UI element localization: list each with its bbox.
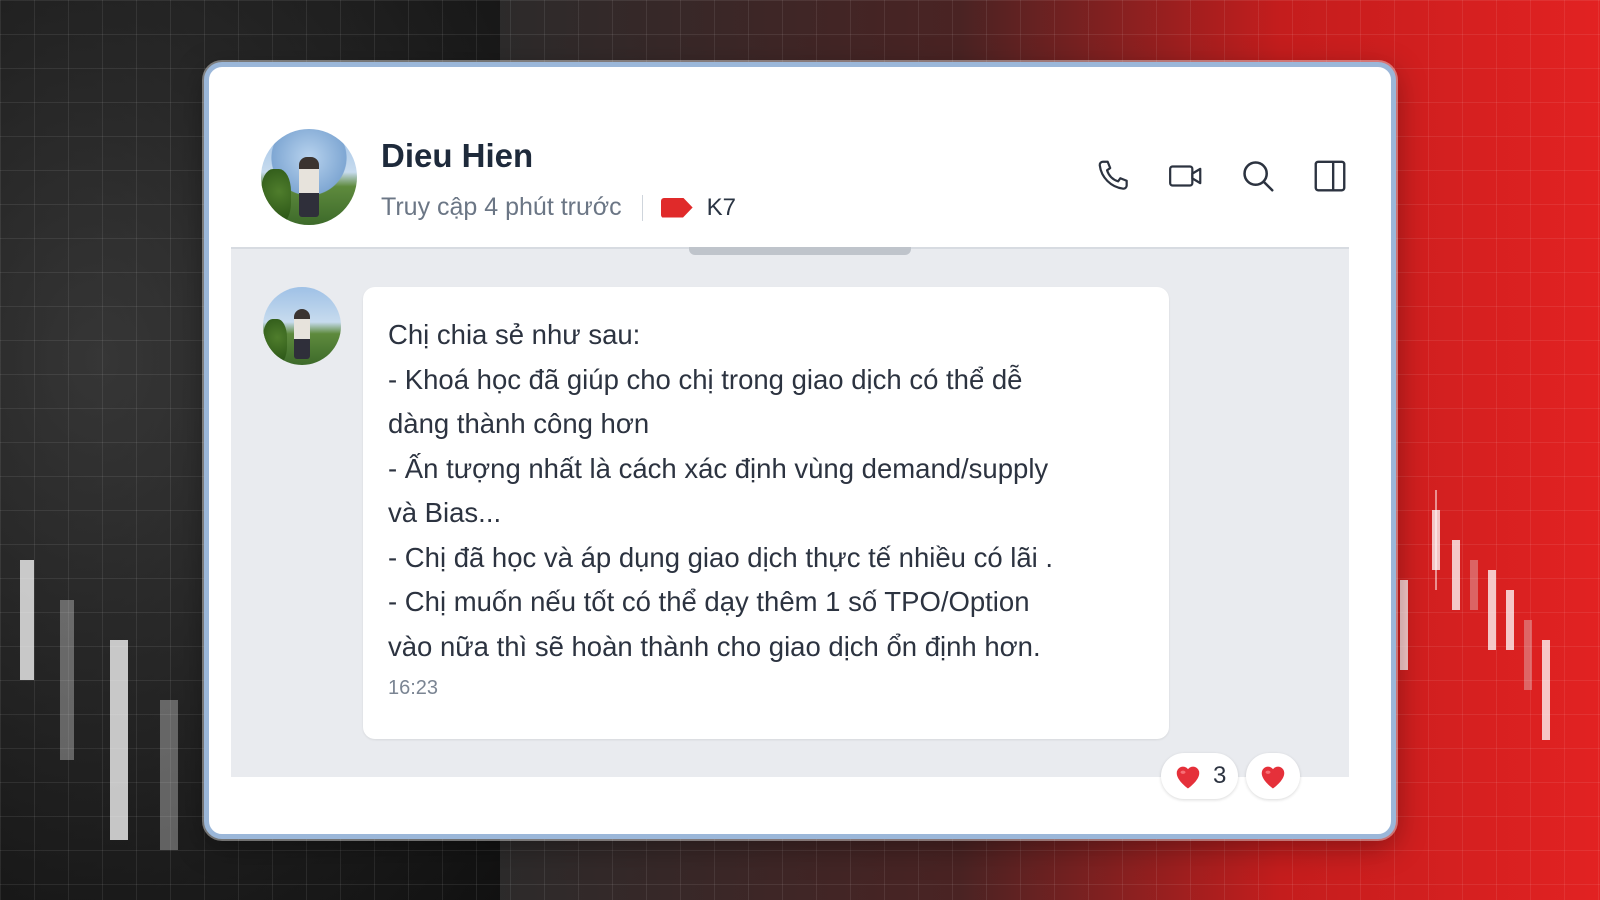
contact-name[interactable]: Dieu Hien [381,137,533,175]
message-line: - Chị đã học và áp dụng giao dịch thực t… [388,541,1054,573]
add-reaction-button[interactable] [1246,753,1301,799]
message-reactions: 3 [1161,753,1301,799]
chat-header: Dieu Hien Truy cập 4 phút trước K7 [231,127,1351,247]
header-toolbar [1093,155,1351,197]
video-call-icon [1169,165,1202,187]
phone-icon [1098,160,1128,190]
message-list[interactable]: Chị chia sẻ như sau: - Khoá học đã giúp … [231,247,1349,799]
status-divider [641,194,643,221]
side-panel-icon [1314,160,1346,192]
message-line: và Bias... [388,497,502,528]
message-timestamp: 16:23 [388,677,439,699]
label-tag-text[interactable]: K7 [707,194,736,222]
voice-call-button[interactable] [1093,155,1135,197]
last-active-status: Truy cập 4 phút trước [381,193,622,221]
message-line: Chị chia sẻ như sau: [388,319,641,350]
reaction-summary-button[interactable]: 3 [1161,753,1239,799]
video-call-button[interactable] [1165,155,1207,197]
message-line: vào nữa thì sẽ hoàn thành cho giao dịch … [388,630,1041,662]
chat-window-card: Dieu Hien Truy cập 4 phút trước K7 Chị c… [204,62,1396,839]
contact-avatar[interactable] [261,129,357,225]
reaction-count: 3 [1213,762,1227,789]
search-icon [1243,161,1274,192]
heart-icon [1173,762,1203,790]
label-tag-icon[interactable] [660,197,693,218]
message-line: dàng thành công hơn [388,408,650,439]
contact-status-line: Truy cập 4 phút trước K7 [381,193,736,222]
message-line: - Ấn tượng nhất là cách xác định vùng de… [388,452,1049,484]
scroll-indicator[interactable] [689,247,911,255]
message-line: - Chị muốn nếu tốt có thể dạy thêm 1 số … [388,586,1030,617]
toggle-side-panel-button[interactable] [1309,155,1351,197]
heart-icon [1258,762,1288,790]
search-button[interactable] [1237,155,1279,197]
message-line: - Khoá học đã giúp cho chị trong giao dị… [388,363,1023,395]
message-sender-avatar[interactable] [263,287,341,365]
message-bubble[interactable]: Chị chia sẻ như sau: - Khoá học đã giúp … [363,287,1301,799]
